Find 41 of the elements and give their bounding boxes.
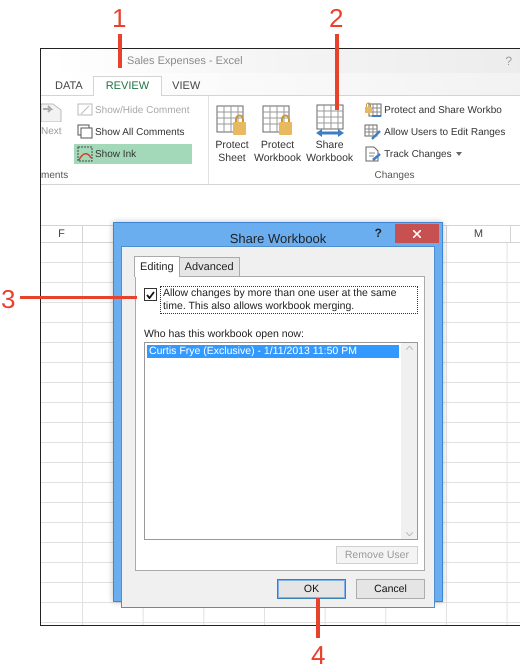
dialog-button[interactable]: Cancel	[356, 579, 425, 599]
dialog-tab[interactable]: Advanced	[178, 257, 240, 276]
callout-number: 2	[329, 3, 344, 33]
sheet-lock-icon	[260, 104, 295, 138]
lock-sheet-icon	[364, 102, 382, 118]
group-label: ments	[41, 170, 70, 181]
ribbon-tab[interactable]: VIEW	[162, 76, 210, 96]
sheet-pen-icon	[364, 124, 382, 140]
ribbon-tab[interactable]: DATA	[45, 76, 93, 96]
ribbon-button[interactable]: Protect Workbook	[253, 100, 302, 170]
callout-number: 3	[1, 284, 16, 314]
callout-number: 4	[311, 640, 326, 670]
column-header: F	[58, 228, 65, 240]
scrollbar[interactable]	[401, 343, 417, 539]
close-icon	[413, 230, 421, 238]
ribbon-button[interactable]: Protect Sheet	[214, 100, 250, 170]
ribbon-item[interactable]: Show All Comments	[74, 122, 192, 142]
ribbon-item[interactable]: Track Changes	[361, 144, 508, 164]
checkbox[interactable]	[144, 288, 157, 301]
ribbon-item[interactable]: Protect and Share Workbo	[361, 100, 508, 120]
caret-icon	[456, 152, 462, 156]
note-icon	[77, 102, 93, 118]
window-title: Sales Expenses - Excel	[127, 55, 243, 67]
ribbon-tab[interactable]: REVIEW	[92, 76, 162, 96]
dialog-title: Share Workbook	[230, 231, 326, 246]
ribbon-item[interactable]: Show Ink	[74, 144, 192, 164]
group-label: Changes	[373, 170, 416, 181]
notes-icon	[77, 124, 93, 140]
check-icon	[146, 290, 155, 298]
ribbon-item[interactable]: Allow Users to Edit Ranges	[361, 122, 508, 142]
checkbox-label[interactable]: Allow changes by more than one user at the same time. This also allows workbook merging.	[160, 286, 418, 314]
close-button[interactable]	[395, 224, 439, 243]
sheet-lock-icon	[215, 104, 249, 138]
column-header: M	[474, 228, 484, 240]
callout-number: 1	[112, 3, 126, 33]
ribbon-button[interactable]: Share Workbook	[305, 100, 354, 170]
list-label: Who has this workbook open now:	[144, 328, 305, 340]
help-button[interactable]: ?	[372, 226, 384, 240]
dialog-button[interactable]: OK	[277, 579, 346, 599]
track-changes-icon	[364, 146, 382, 162]
dialog-tab[interactable]: Editing	[134, 256, 180, 277]
